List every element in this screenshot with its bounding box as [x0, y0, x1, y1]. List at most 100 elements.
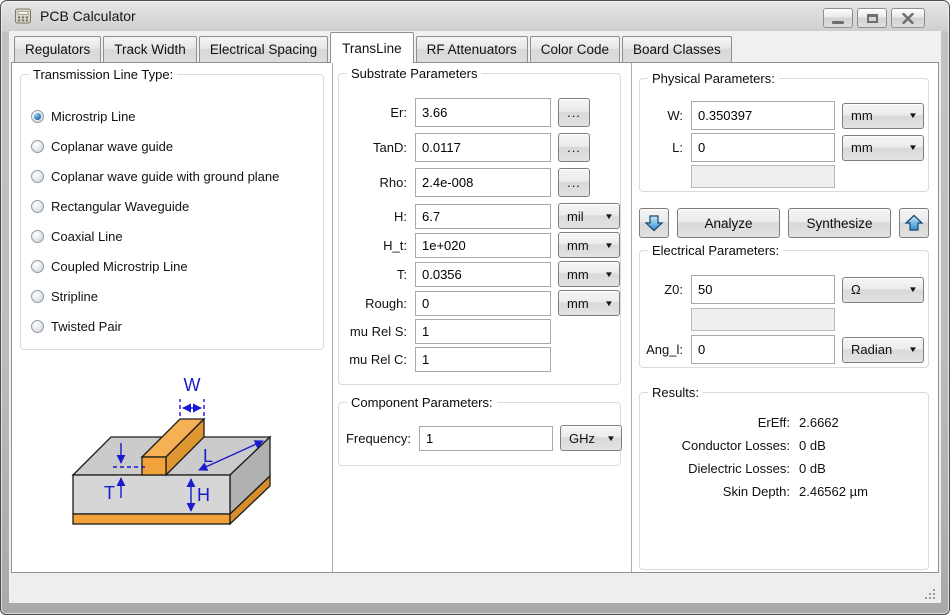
frequency-unit-select[interactable]: GHz ▼ [560, 425, 622, 451]
action-buttons: Analyze Synthesize [639, 208, 929, 238]
h-unit-select[interactable]: mil ▼ [558, 203, 620, 229]
radio-coupled-microstrip-line[interactable]: Coupled Microstrip Line [31, 251, 323, 281]
conductor-losses-row: Conductor Losses: 0 dB [640, 434, 924, 457]
electrical-readonly-field [691, 308, 835, 331]
chevron-down-icon: ▼ [604, 212, 614, 221]
mu-rel-s-input[interactable] [415, 319, 551, 344]
chevron-down-icon: ▼ [908, 143, 918, 152]
results-group: Results: ErEff: 2.6662 Conductor Losses:… [639, 392, 929, 570]
tand-label: TanD: [342, 140, 408, 155]
transmission-line-column: Transmission Line Type: Microstrip Line … [12, 63, 332, 572]
mu-rel-s-label: mu Rel S: [342, 324, 408, 339]
skin-depth-value: 2.46562 µm [799, 480, 924, 503]
radio-button-icon[interactable] [31, 290, 44, 303]
transline-panel: Transmission Line Type: Microstrip Line … [11, 62, 939, 573]
ang-l-row: Ang_l: Radian ▼ [644, 335, 924, 364]
diagram-label-t: T [104, 483, 115, 503]
titlebar[interactable]: PCB Calculator [1, 1, 949, 31]
t-unit-select[interactable]: mm ▼ [558, 261, 620, 287]
mu-rel-s-row: mu Rel S: [342, 319, 617, 344]
skin-depth-label: Skin Depth: [640, 480, 790, 503]
radio-coplanar-wave-guide-ground-plane[interactable]: Coplanar wave guide with ground plane [31, 161, 323, 191]
results-column: Physical Parameters: W: mm ▼ L: mm [632, 63, 938, 572]
chevron-down-icon: ▼ [604, 299, 614, 308]
radio-rectangular-waveguide[interactable]: Rectangular Waveguide [31, 191, 323, 221]
chevron-down-icon: ▼ [604, 270, 614, 279]
z0-unit-select[interactable]: Ω ▼ [842, 277, 924, 303]
mu-rel-c-input[interactable] [415, 347, 551, 372]
radio-button-icon[interactable] [31, 260, 44, 273]
l-row: L: mm ▼ [644, 133, 924, 162]
tand-browse-button[interactable]: ... [558, 133, 590, 162]
radio-twisted-pair[interactable]: Twisted Pair [31, 311, 323, 341]
rough-label: Rough: [342, 296, 408, 311]
group-title: Substrate Parameters [347, 66, 481, 81]
close-button[interactable] [891, 8, 925, 28]
rough-unit-select[interactable]: mm ▼ [558, 290, 620, 316]
ereff-row: ErEff: 2.6662 [640, 411, 924, 434]
radio-button-icon[interactable] [31, 200, 44, 213]
tab-transline[interactable]: TransLine [330, 32, 414, 63]
electrical-parameters-group: Electrical Parameters: Z0: Ω ▼ [639, 250, 929, 368]
group-title: Component Parameters: [347, 395, 497, 410]
w-input[interactable] [691, 101, 835, 130]
minimize-button[interactable] [823, 8, 853, 28]
radio-button-icon[interactable] [31, 140, 44, 153]
physical-readonly-row [644, 165, 924, 188]
radio-coplanar-wave-guide[interactable]: Coplanar wave guide [31, 131, 323, 161]
radio-button-icon[interactable] [31, 320, 44, 333]
tand-input[interactable] [415, 133, 551, 162]
frequency-input[interactable] [419, 426, 553, 451]
ang-l-input[interactable] [691, 335, 835, 364]
ht-row: H_t: mm ▼ [342, 232, 617, 258]
substrate-parameters-group: Substrate Parameters Er: ... TanD: ... R… [338, 73, 621, 385]
z0-input[interactable] [691, 275, 835, 304]
radio-button-icon[interactable] [31, 170, 44, 183]
radio-coaxial-line[interactable]: Coaxial Line [31, 221, 323, 251]
copy-up-button[interactable] [899, 208, 929, 238]
er-input[interactable] [415, 98, 551, 127]
maximize-button[interactable] [857, 8, 887, 28]
er-label: Er: [342, 105, 408, 120]
rho-browse-button[interactable]: ... [558, 168, 590, 197]
tab-regulators[interactable]: Regulators [14, 36, 101, 62]
physical-parameters-group: Physical Parameters: W: mm ▼ L: mm [639, 78, 929, 192]
rough-input[interactable] [415, 291, 551, 316]
ang-l-unit-select[interactable]: Radian ▼ [842, 337, 924, 363]
l-label: L: [644, 140, 684, 155]
analyze-button[interactable]: Analyze [677, 208, 780, 238]
radio-button-icon[interactable] [31, 110, 44, 123]
tab-track-width[interactable]: Track Width [103, 36, 197, 62]
pcb-calculator-window: PCB Calculator Regulators Track Width El… [0, 0, 950, 615]
group-title: Physical Parameters: [648, 71, 779, 86]
t-label: T: [342, 267, 408, 282]
blue-arrow-down-icon [644, 213, 664, 233]
tab-electrical-spacing[interactable]: Electrical Spacing [199, 36, 328, 62]
electrical-readonly-row [644, 308, 924, 331]
tab-rf-attenuators[interactable]: RF Attenuators [416, 36, 528, 62]
tab-board-classes[interactable]: Board Classes [622, 36, 732, 62]
ereff-label: ErEff: [640, 411, 790, 434]
radio-stripline[interactable]: Stripline [31, 281, 323, 311]
group-title: Transmission Line Type: [29, 67, 177, 82]
dielectric-losses-label: Dielectric Losses: [640, 457, 790, 480]
rough-row: Rough: mm ▼ [342, 290, 617, 316]
t-input[interactable] [415, 262, 551, 287]
l-input[interactable] [691, 133, 835, 162]
diagram-label-h: H [197, 485, 210, 505]
rho-input[interactable] [415, 168, 551, 197]
window-body: Regulators Track Width Electrical Spacin… [9, 31, 941, 603]
er-browse-button[interactable]: ... [558, 98, 590, 127]
resize-grip[interactable] [924, 588, 936, 600]
h-input[interactable] [415, 204, 551, 229]
radio-button-icon[interactable] [31, 230, 44, 243]
calculator-app-icon [14, 7, 32, 25]
ht-input[interactable] [415, 233, 551, 258]
synthesize-button[interactable]: Synthesize [788, 208, 891, 238]
w-unit-select[interactable]: mm ▼ [842, 103, 924, 129]
radio-microstrip-line[interactable]: Microstrip Line [31, 101, 323, 131]
tab-color-code[interactable]: Color Code [530, 36, 620, 62]
ht-unit-select[interactable]: mm ▼ [558, 232, 620, 258]
l-unit-select[interactable]: mm ▼ [842, 135, 924, 161]
copy-down-button[interactable] [639, 208, 669, 238]
